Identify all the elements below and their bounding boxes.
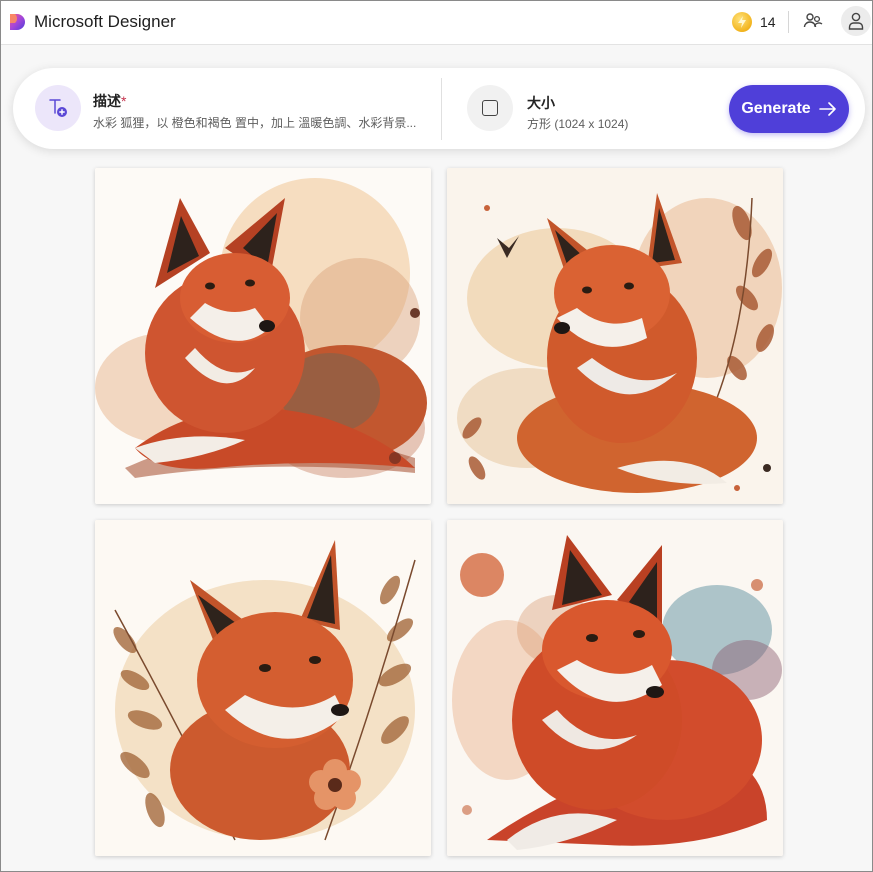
size-selector[interactable]: 方形 (1024 x 1024) (527, 115, 628, 132)
share-people-icon[interactable] (802, 10, 824, 32)
app-title: Microsoft Designer (34, 12, 176, 31)
lightning-coin-icon (732, 12, 752, 32)
account-button[interactable] (841, 6, 871, 36)
designer-logo-icon[interactable] (7, 12, 27, 32)
size-label: 大小 (527, 95, 555, 111)
generated-image-2[interactable] (447, 168, 783, 504)
fox-image-3 (95, 520, 431, 856)
top-bar: Microsoft Designer 14 (1, 1, 872, 45)
prompt-bar: 描述* 水彩 狐狸，以 橙色和褐色 置中，加上 溫暖色調、水彩背景... 大小 … (13, 68, 865, 149)
description-input[interactable]: 水彩 狐狸，以 橙色和褐色 置中，加上 溫暖色調、水彩背景... (93, 114, 423, 131)
prompt-divider (441, 78, 442, 140)
generate-button[interactable]: Generate (729, 85, 849, 133)
fox-image-2 (447, 168, 783, 504)
add-text-icon[interactable] (35, 85, 81, 131)
person-icon (848, 12, 864, 30)
size-square-icon[interactable] (467, 85, 513, 131)
generated-image-1[interactable] (95, 168, 431, 504)
description-label: 描述* (93, 93, 127, 109)
fox-image-4 (447, 520, 783, 856)
arrow-right-icon (818, 102, 836, 116)
fox-image-1 (95, 168, 431, 504)
generated-image-4[interactable] (447, 520, 783, 856)
generated-image-3[interactable] (95, 520, 431, 856)
credits-count: 14 (760, 14, 776, 30)
generate-label: Generate (741, 100, 811, 117)
credits-indicator[interactable]: 14 (732, 11, 776, 33)
required-mark: * (121, 93, 127, 109)
header-divider (788, 11, 789, 33)
